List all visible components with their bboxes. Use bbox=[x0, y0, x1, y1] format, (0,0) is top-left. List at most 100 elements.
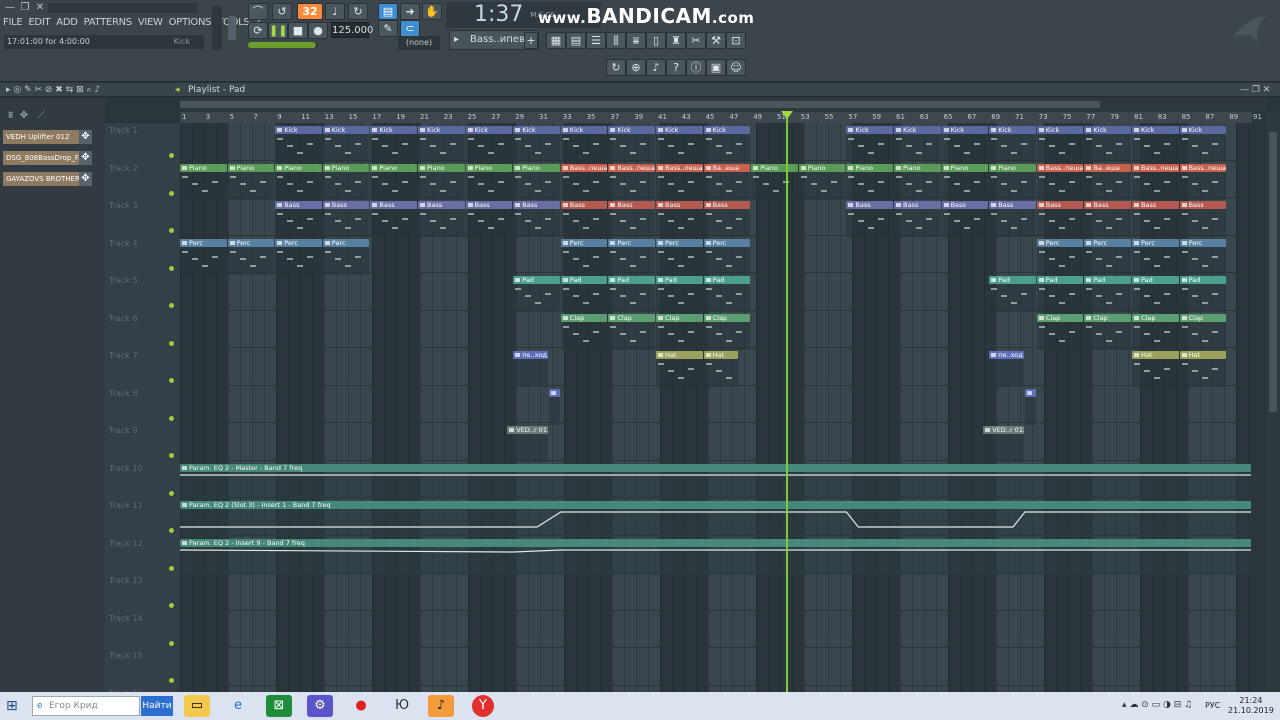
track-mute-led[interactable] bbox=[169, 640, 174, 646]
track-mute-led[interactable] bbox=[169, 228, 174, 233]
pattern-clip[interactable]: Hat bbox=[1132, 351, 1179, 359]
vertical-scroll-thumb[interactable] bbox=[1269, 132, 1277, 412]
picker-add-icon[interactable]: ✥ bbox=[79, 172, 92, 186]
pattern-clip[interactable]: Bass bbox=[1179, 201, 1227, 209]
pattern-clip[interactable]: Pad bbox=[1179, 276, 1227, 284]
pattern-clip[interactable]: Piano bbox=[322, 163, 370, 172]
pattern-clip[interactable]: Perc bbox=[180, 238, 227, 247]
snap-icon[interactable]: ▤ bbox=[378, 3, 398, 20]
pattern-clip[interactable]: Hat bbox=[656, 351, 703, 359]
pattern-clip[interactable]: Perc bbox=[1132, 238, 1179, 247]
pattern-clip[interactable]: Pad bbox=[1036, 276, 1084, 284]
pattern-clip[interactable]: Piano bbox=[894, 163, 941, 172]
track-mute-led[interactable] bbox=[169, 303, 174, 308]
pattern-clip[interactable]: Ba..еша bbox=[703, 163, 751, 172]
cpu-icon[interactable]: ⊕ bbox=[626, 59, 646, 76]
pattern-clip[interactable]: Kick bbox=[1132, 126, 1179, 134]
timeline-ruler[interactable]: 1 3 5 7 9 11 13 15 17 19 21 23 25 27 29 31 33 35 37 39 41 43 4… bbox=[180, 112, 1262, 123]
track-mute-led[interactable] bbox=[169, 265, 174, 271]
eq-icon[interactable]: ⩸ bbox=[626, 32, 646, 49]
pattern-clip[interactable]: Bass bbox=[370, 201, 417, 209]
mixer-icon[interactable]: ⫼ bbox=[606, 32, 626, 49]
horizontal-scrollbar[interactable] bbox=[180, 98, 1266, 111]
file-explorer-icon[interactable]: ▭ bbox=[184, 695, 210, 717]
plugin-icon[interactable]: ♜ bbox=[666, 32, 686, 49]
picker-tools-icon[interactable]: ⩩ ✥ ⟋ bbox=[8, 110, 45, 121]
pattern-clip-body[interactable] bbox=[507, 434, 548, 462]
channel-rack-icon[interactable]: ☰ bbox=[586, 32, 606, 49]
restore-icon[interactable]: ❐ bbox=[19, 2, 31, 13]
pause-icon[interactable]: ❚❚ bbox=[268, 22, 288, 39]
pattern-clip[interactable]: Kick bbox=[941, 126, 989, 134]
playlist-window-controls[interactable]: — ❐ ✕ bbox=[1240, 83, 1270, 97]
pattern-clip[interactable]: Bass bbox=[608, 201, 655, 209]
playhead-marker-icon[interactable] bbox=[781, 111, 793, 119]
pattern-clip[interactable]: Piano bbox=[418, 163, 465, 172]
track-label[interactable]: Track 8 bbox=[109, 389, 138, 398]
pattern-clip[interactable]: VED..r 012 bbox=[507, 426, 548, 434]
pattern-clip[interactable]: Piano bbox=[227, 163, 275, 172]
pattern-clip[interactable]: Bass..пеша bbox=[1132, 163, 1179, 172]
track-label[interactable]: Track 9 bbox=[109, 426, 138, 435]
pattern-clip[interactable]: Hat bbox=[1179, 351, 1227, 359]
arrow-icon[interactable]: ➜ bbox=[400, 3, 420, 20]
tray-icons[interactable]: ▴ ☁ ⊙ ▭ ◑ ⊟ ♫ bbox=[1122, 700, 1192, 710]
edge-icon[interactable]: e bbox=[225, 695, 251, 717]
pattern-clip[interactable]: Perc bbox=[227, 238, 275, 247]
pattern-clip[interactable] bbox=[1024, 388, 1036, 397]
tempo-display[interactable]: 125.000 bbox=[331, 22, 373, 38]
pattern-clip[interactable]: Clap bbox=[1036, 313, 1084, 322]
pattern-clip[interactable]: Perc bbox=[1084, 238, 1131, 247]
vertical-scrollbar[interactable] bbox=[1266, 112, 1280, 692]
position-slider[interactable] bbox=[248, 42, 318, 48]
pattern-clip[interactable]: Bass bbox=[322, 201, 370, 209]
pattern-clip[interactable]: Perc bbox=[703, 238, 751, 247]
pattern-clip[interactable]: Clap bbox=[1084, 313, 1131, 322]
track-mute-led[interactable] bbox=[169, 415, 174, 421]
pattern-clip[interactable]: Kick bbox=[1036, 126, 1084, 134]
pattern-clip[interactable]: Bass bbox=[1036, 201, 1084, 209]
picker-add-icon[interactable]: ✥ bbox=[79, 151, 92, 165]
picker-add-icon[interactable]: ✥ bbox=[79, 130, 92, 144]
save-icon[interactable]: ▣ bbox=[706, 59, 726, 76]
track-label[interactable]: Track 7 bbox=[109, 351, 138, 360]
pattern-clip[interactable]: Piano bbox=[370, 163, 417, 172]
pattern-clip[interactable]: Pad bbox=[989, 276, 1036, 284]
track-label[interactable]: Track 4 bbox=[109, 239, 138, 248]
pattern-clip[interactable]: Bass bbox=[894, 201, 941, 209]
language-indicator[interactable]: РУС bbox=[1205, 701, 1220, 710]
track-mute-led[interactable] bbox=[169, 603, 174, 608]
pattern-clip[interactable]: Bass bbox=[513, 201, 560, 209]
mode-icon[interactable]: ↺ bbox=[272, 3, 292, 20]
menu-patterns[interactable]: PATTERNS bbox=[81, 14, 135, 34]
track-label[interactable]: Track 3 bbox=[109, 201, 138, 210]
track-mute-led[interactable] bbox=[169, 453, 174, 458]
menu-options[interactable]: OPTIONS bbox=[166, 14, 215, 34]
pattern-clip[interactable]: Kick bbox=[989, 126, 1036, 134]
pattern-clip[interactable]: Hat bbox=[703, 351, 739, 359]
pattern-clip[interactable]: Pad bbox=[656, 276, 703, 284]
pattern-clip[interactable]: Kick bbox=[322, 126, 370, 134]
yu-app-icon[interactable]: Ю bbox=[389, 695, 415, 717]
pattern-clip[interactable]: Piano bbox=[513, 163, 560, 172]
file-icon[interactable]: ▯ bbox=[646, 32, 666, 49]
playlist-window-icon[interactable]: ▦ bbox=[546, 32, 566, 49]
mic-icon[interactable]: ♪ bbox=[646, 59, 666, 76]
pattern-clip[interactable]: Piano bbox=[989, 163, 1036, 172]
record-icon[interactable]: ● bbox=[308, 22, 328, 39]
pattern-clip[interactable]: Piano bbox=[751, 163, 798, 172]
pattern-clip[interactable]: Bass bbox=[989, 201, 1036, 209]
pattern-clip[interactable]: Clap bbox=[608, 313, 655, 322]
track-mute-led[interactable] bbox=[169, 490, 174, 496]
pattern-clip[interactable]: Clap bbox=[560, 313, 608, 322]
pattern-clip[interactable]: Pad bbox=[513, 276, 560, 284]
menu-edit[interactable]: EDIT bbox=[25, 14, 53, 34]
yandex-icon[interactable]: Y bbox=[472, 695, 494, 717]
track-mute-led[interactable] bbox=[169, 528, 174, 533]
info-icon[interactable]: ⓘ bbox=[686, 59, 706, 76]
pattern-clip[interactable]: Kick bbox=[560, 126, 608, 134]
store-icon[interactable]: ⊠ bbox=[266, 695, 292, 717]
pattern-clip[interactable]: Clap bbox=[1132, 313, 1179, 322]
pattern-clip[interactable]: Kick bbox=[370, 126, 417, 134]
pattern-clip[interactable]: Bass..пеша bbox=[1179, 163, 1227, 172]
